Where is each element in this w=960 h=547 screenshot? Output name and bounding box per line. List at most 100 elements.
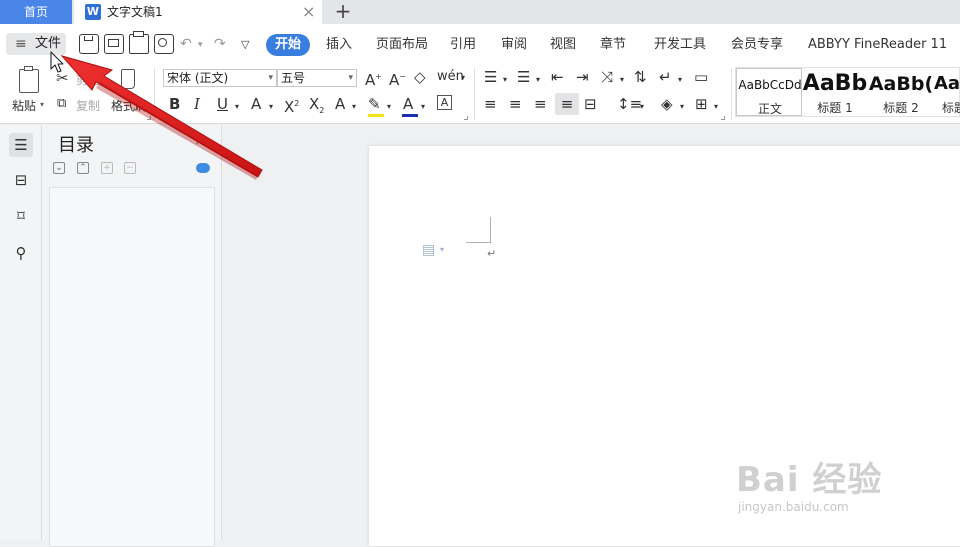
chevron-down-icon[interactable]: ▾ xyxy=(536,71,540,89)
customize-toolbar-icon[interactable]: ▽ xyxy=(241,38,249,51)
grow-font-icon[interactable]: A+ xyxy=(365,68,382,89)
character-border-icon[interactable]: A xyxy=(437,95,452,110)
tab-developer[interactable]: 开发工具 xyxy=(654,34,706,56)
sort-icon[interactable]: ⇅ xyxy=(634,68,647,86)
chevron-down-icon[interactable]: ▾ xyxy=(235,98,239,116)
redo-icon[interactable]: ↷ xyxy=(214,36,226,52)
font-color-icon[interactable]: A xyxy=(403,95,413,113)
save-icon[interactable] xyxy=(79,34,99,54)
close-tab-icon[interactable]: × xyxy=(302,0,315,24)
align-left-icon[interactable]: ≡ xyxy=(484,95,497,113)
clipboard-group-launcher[interactable] xyxy=(147,116,151,120)
paragraph-group-launcher[interactable] xyxy=(721,116,725,120)
close-icon[interactable]: × xyxy=(194,133,206,149)
underline-icon[interactable]: U xyxy=(217,95,228,113)
style-heading-2[interactable]: AaBb( 标题 2 xyxy=(868,68,934,116)
italic-icon[interactable]: I xyxy=(194,95,200,113)
shading-icon[interactable]: ◈ xyxy=(661,95,673,113)
new-tab-button[interactable]: + xyxy=(332,0,354,24)
document-tab[interactable]: W 文字文稿1 × xyxy=(74,0,322,24)
tab-chapter[interactable]: 章节 xyxy=(600,34,626,56)
superscript-icon[interactable]: X2 xyxy=(284,95,299,116)
cut-label[interactable]: 剪切 xyxy=(76,71,100,88)
shrink-font-icon[interactable]: A− xyxy=(389,68,406,89)
tab-references[interactable]: 引用 xyxy=(450,34,476,56)
hamburger-icon: ≡ xyxy=(15,36,27,52)
chapter-nav-icon[interactable]: ⊟ xyxy=(9,168,33,192)
expand-down-icon[interactable]: ⌄ xyxy=(53,162,65,174)
align-right-icon[interactable]: ≡ xyxy=(534,95,547,113)
borders-icon[interactable]: ⊞ xyxy=(695,95,708,113)
table-tools-icon[interactable]: ▭ xyxy=(694,68,708,86)
strikethrough-icon[interactable]: A xyxy=(251,95,261,113)
copy-label[interactable]: 复制 xyxy=(76,97,100,114)
text-effect-icon[interactable]: A xyxy=(335,95,345,113)
format-painter-icon xyxy=(121,69,135,89)
font-group-launcher[interactable] xyxy=(464,116,468,120)
chevron-down-icon[interactable]: ▾ xyxy=(620,71,624,89)
justify-icon[interactable]: ≡ xyxy=(555,93,579,115)
remove-level-icon[interactable]: − xyxy=(124,162,136,174)
subscript-icon[interactable]: X2 xyxy=(309,95,324,120)
style-heading-1[interactable]: AaBb 标题 1 xyxy=(802,68,868,116)
tab-member[interactable]: 会员专享 xyxy=(731,34,783,56)
align-center-icon[interactable]: ≡ xyxy=(509,95,522,113)
chinese-layout-icon[interactable]: ⤨ xyxy=(601,68,613,86)
print-icon[interactable] xyxy=(129,31,149,54)
chevron-down-icon[interactable]: ▾ xyxy=(714,98,718,116)
style-heading-3[interactable]: AaI 标题 3 xyxy=(934,68,960,116)
style-name: 标题 2 xyxy=(883,101,919,115)
add-level-icon[interactable]: + xyxy=(101,162,113,174)
style-normal[interactable]: AaBbCcDd 正文 xyxy=(736,68,802,116)
tab-review[interactable]: 审阅 xyxy=(501,34,527,56)
show-marks-icon[interactable]: ↵ xyxy=(659,68,672,86)
clipboard-icon xyxy=(19,66,39,93)
chevron-down-icon[interactable]: ▾ xyxy=(678,71,682,89)
chevron-down-icon[interactable]: ▾ xyxy=(503,71,507,89)
style-sample: AaBb xyxy=(802,71,868,96)
toc-list xyxy=(49,187,215,547)
tab-home-start[interactable]: 开始 xyxy=(266,34,311,56)
chevron-down-icon[interactable]: ▾ xyxy=(387,98,391,116)
font-size-dropdown[interactable]: 五号 ▾ xyxy=(277,69,357,87)
search-icon[interactable]: ⚲ xyxy=(9,241,33,265)
tab-insert[interactable]: 插入 xyxy=(326,34,352,56)
chevron-down-icon[interactable]: ▾ xyxy=(461,69,465,87)
tab-page-layout[interactable]: 页面布局 xyxy=(376,34,428,56)
outline-icon[interactable]: ☰ xyxy=(9,133,33,157)
chevron-down-icon[interactable]: ▾ xyxy=(352,98,356,116)
clear-format-icon[interactable]: ◇ xyxy=(414,68,426,86)
line-spacing-icon[interactable]: ↕≡ xyxy=(617,95,642,113)
font-family-dropdown[interactable]: 宋体 (正文) ▾ xyxy=(163,69,277,87)
tab-abbyy[interactable]: ABBYY FineReader 11 xyxy=(808,34,947,56)
chevron-down-icon[interactable]: ▾ xyxy=(421,98,425,116)
print-preview-icon[interactable] xyxy=(154,34,174,54)
distributed-align-icon[interactable]: ⊟ xyxy=(584,95,597,113)
chevron-down-icon[interactable]: ▾ xyxy=(640,98,644,116)
chevron-down-icon[interactable]: ▾ xyxy=(269,98,273,116)
bookmark-icon[interactable]: ⌑ xyxy=(9,204,33,228)
tab-view[interactable]: 视图 xyxy=(550,34,576,56)
cut-icon[interactable]: ✂ xyxy=(56,69,69,87)
phonetic-guide-icon[interactable]: wén xyxy=(437,68,464,86)
numbered-list-icon[interactable]: ☰ xyxy=(517,68,530,86)
decrease-indent-icon[interactable]: ⇤ xyxy=(551,68,564,86)
copy-icon[interactable]: ⧉ xyxy=(57,95,66,113)
styles-gallery: AaBbCcDd 正文 AaBb 标题 1 AaBb( 标题 2 AaI 标题 … xyxy=(735,67,960,117)
chevron-down-icon[interactable]: ▾ xyxy=(440,245,444,254)
chevron-down-icon: ▾ xyxy=(348,73,353,83)
chevron-down-icon[interactable]: ▾ xyxy=(680,98,684,116)
sync-toggle-icon[interactable] xyxy=(196,163,210,173)
home-tab[interactable]: 首页 xyxy=(0,0,72,24)
bold-icon[interactable]: B xyxy=(169,95,180,113)
undo-icon[interactable]: ↶ xyxy=(180,36,192,52)
increase-indent-icon[interactable]: ⇥ xyxy=(576,68,589,86)
document-options-icon[interactable]: ▤ xyxy=(422,242,435,258)
undo-dropdown-icon[interactable]: ▾ xyxy=(198,40,203,50)
style-sample: AaI xyxy=(934,73,960,94)
collapse-up-icon[interactable]: ⌃ xyxy=(77,162,89,174)
bullet-list-icon[interactable]: ☰ xyxy=(484,68,497,86)
file-menu-button[interactable]: ≡ 文件 xyxy=(6,33,66,55)
highlight-icon[interactable]: ✎ xyxy=(368,95,381,113)
export-pdf-icon[interactable] xyxy=(104,34,124,54)
